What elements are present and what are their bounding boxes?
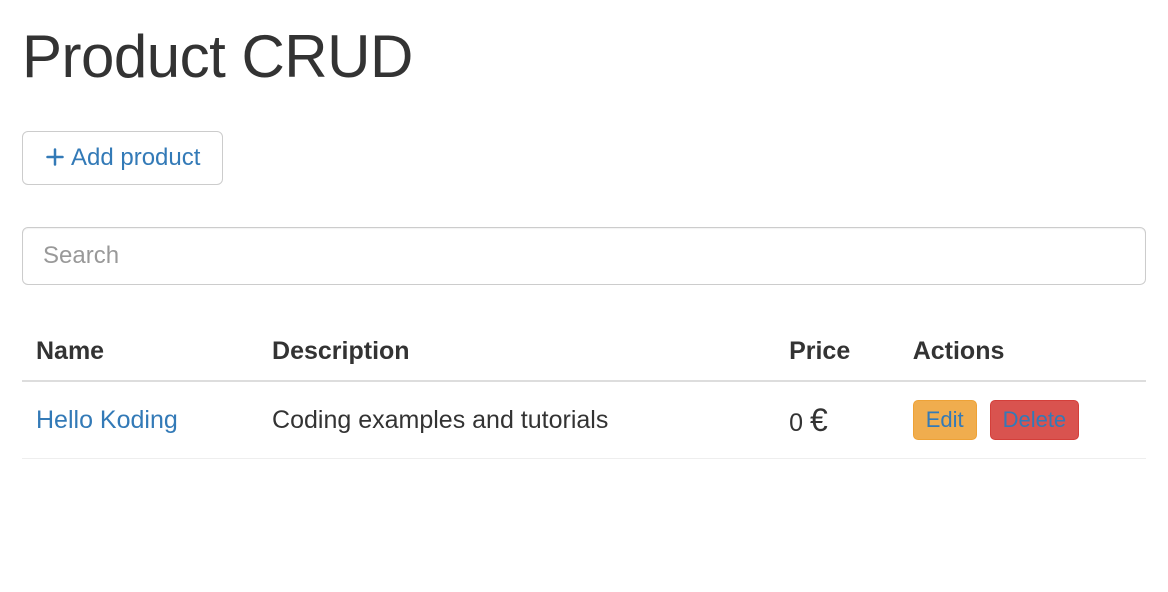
currency-symbol: € xyxy=(810,402,828,438)
product-name-link[interactable]: Hello Koding xyxy=(36,406,178,434)
page-title: Product CRUD xyxy=(22,22,1146,91)
add-product-label: Add product xyxy=(71,144,200,172)
add-product-button[interactable]: Add product xyxy=(22,131,223,185)
column-header-actions: Actions xyxy=(899,323,1146,381)
price-value: 0 xyxy=(789,409,803,437)
column-header-description: Description xyxy=(258,323,775,381)
table-row: Hello Koding Coding examples and tutoria… xyxy=(22,381,1146,459)
edit-button[interactable]: Edit xyxy=(913,400,977,440)
product-price: 0 € xyxy=(775,381,899,459)
products-table: Name Description Price Actions Hello Kod… xyxy=(22,323,1146,459)
product-description: Coding examples and tutorials xyxy=(258,381,775,459)
column-header-name: Name xyxy=(22,323,258,381)
delete-button[interactable]: Delete xyxy=(990,400,1080,440)
search-input[interactable] xyxy=(22,227,1146,285)
plus-icon xyxy=(45,145,65,171)
column-header-price: Price xyxy=(775,323,899,381)
